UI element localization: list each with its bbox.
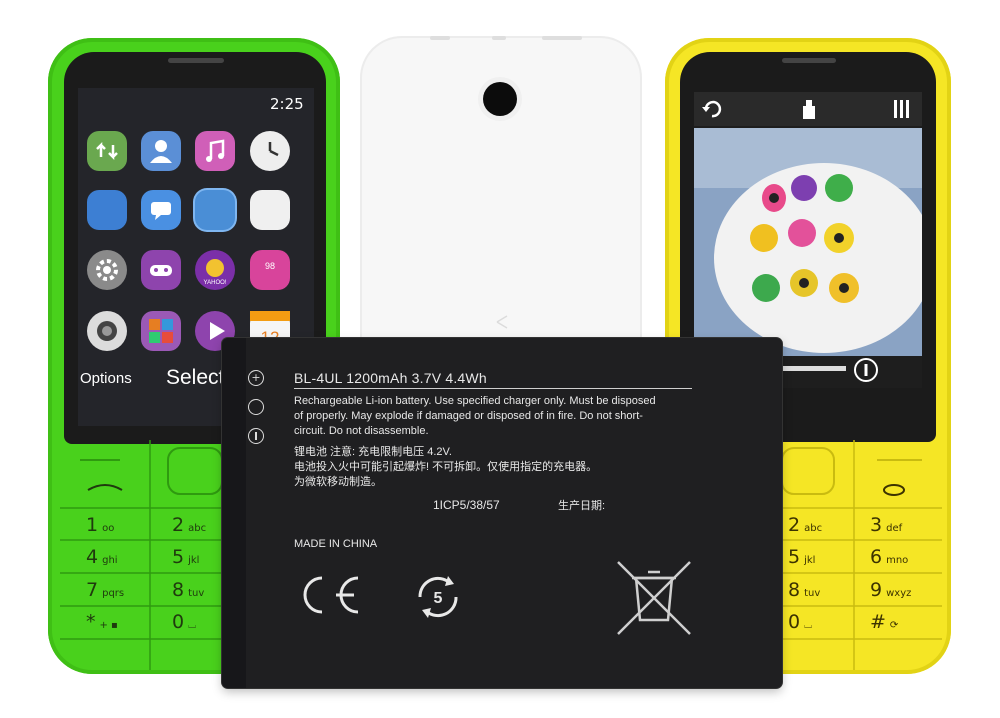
blank-app-icon xyxy=(250,190,290,230)
camera-lens-icon xyxy=(483,82,517,116)
games-icon xyxy=(141,250,181,290)
app-98-icon: 98 xyxy=(250,250,290,290)
key-9[interactable]: 9 wxyz xyxy=(870,579,911,601)
battery xyxy=(222,338,782,688)
back-arrow-icon[interactable] xyxy=(700,98,722,120)
key-8[interactable]: 8 tuv xyxy=(788,579,820,601)
terminal-plus: + xyxy=(248,370,264,386)
softkey-select[interactable]: Select xyxy=(166,366,224,390)
key-7[interactable]: 7 pqrs xyxy=(86,579,124,601)
key-3[interactable]: 3 def xyxy=(870,514,902,536)
blank-app-icon xyxy=(87,190,127,230)
key-star[interactable]: * + ▪ xyxy=(86,611,118,633)
key-5[interactable]: 5 jkl xyxy=(788,546,815,568)
battery-edge xyxy=(222,338,246,688)
warning-en-line-3: circuit. Do not disassemble. xyxy=(294,425,429,437)
photo-toolbar xyxy=(694,92,922,126)
sync-icon xyxy=(87,131,127,171)
key-0[interactable]: 0 ⌴ xyxy=(172,611,196,633)
made-in-label: MADE IN CHINA xyxy=(294,538,378,550)
key-1[interactable]: 1 oo xyxy=(86,514,114,536)
svg-text:YAHOO!: YAHOO! xyxy=(204,280,227,286)
menu-icon[interactable] xyxy=(892,98,912,120)
cupcake-photo xyxy=(694,128,922,356)
earpiece xyxy=(168,58,224,63)
svg-text:5: 5 xyxy=(434,590,443,607)
key-5[interactable]: 5 jkl xyxy=(172,546,199,568)
messaging-icon xyxy=(141,190,181,230)
key-2[interactable]: 2 abc xyxy=(788,514,822,536)
battery-model: BL-4UL 1200mAh 3.7V 4.4Wh xyxy=(294,370,487,386)
weee-crossed-bin-icon xyxy=(617,561,691,635)
contacts-icon xyxy=(141,131,181,171)
earpiece xyxy=(782,58,836,63)
svg-text:98: 98 xyxy=(265,261,275,271)
production-date-label: 生产日期: xyxy=(558,500,606,512)
warning-en-line-1: Rechargeable Li-ion battery. Use specifi… xyxy=(294,395,656,407)
brand-logo-icon xyxy=(496,315,508,329)
warning-cn-line-1: 锂电池 注意: 充电限制电压 4.2V. xyxy=(294,446,452,458)
top-button xyxy=(430,36,450,40)
ce-mark-icon xyxy=(303,576,359,614)
battery-serial: 1ICP5/38/57 xyxy=(433,498,500,512)
clock-icon xyxy=(250,131,290,171)
key-4[interactable]: 4 ghi xyxy=(86,546,118,568)
key-6[interactable]: 6 mno xyxy=(870,546,908,568)
warning-cn-line-2: 电池投入火中可能引起爆炸! 不可拆卸。仅使用指定的充电器。 xyxy=(294,461,598,473)
recycle-5-icon: 5 xyxy=(418,576,458,618)
key-8[interactable]: 8 tuv xyxy=(172,579,204,601)
settings-icon xyxy=(87,250,127,290)
key-0[interactable]: 0 ⌴ xyxy=(788,611,812,633)
share-icon[interactable] xyxy=(800,97,818,121)
blank-app-icon xyxy=(195,190,235,230)
top-port xyxy=(542,36,582,40)
camera-icon xyxy=(87,311,127,351)
terminal-minus xyxy=(248,399,264,415)
yahoo-icon: YAHOO! xyxy=(195,250,235,290)
terminal-info xyxy=(248,428,264,444)
top-jack xyxy=(492,36,506,40)
warning-cn-line-3: 为微软移动制造。 xyxy=(294,476,382,488)
gallery-icon xyxy=(141,311,181,351)
divider xyxy=(294,388,692,389)
softkey-options[interactable]: Options xyxy=(80,370,132,387)
warning-en-line-2: of properly. May explode if damaged or d… xyxy=(294,410,643,422)
key-hash[interactable]: # ⟳ xyxy=(870,611,898,633)
clock-time: 2:25 xyxy=(270,95,304,113)
progress-bar xyxy=(774,366,846,371)
music-icon xyxy=(195,131,235,171)
key-2[interactable]: 2 abc xyxy=(172,514,206,536)
info-icon[interactable] xyxy=(852,356,880,384)
